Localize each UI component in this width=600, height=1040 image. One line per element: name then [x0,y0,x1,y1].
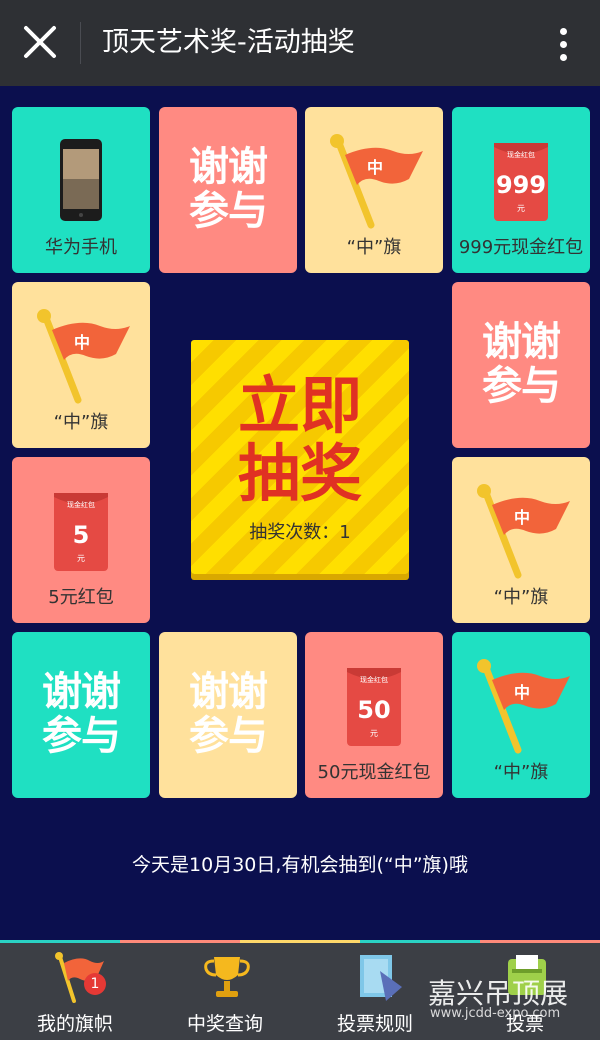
red-envelope-icon: 现金红包 50 元 [347,668,401,746]
nav-prize-query[interactable]: 中奖查询 [150,943,300,1040]
svg-text:中: 中 [74,333,90,352]
prize-caption: 5元红包 [48,587,114,608]
prize-tile-redpacket-999: 现金红包 999 元 999元现金红包 [452,107,590,273]
page-title: 顶天艺术奖-活动抽奖 [102,27,355,58]
nav-label: 我的旗帜 [36,1013,113,1035]
prize-caption: “中”旗 [346,237,402,258]
prize-tile-flag: 中 “中”旗 [12,282,150,448]
nav-my-flags[interactable]: 1 我的旗帜 [0,943,150,1040]
nav-label: 中奖查询 [186,1013,263,1035]
prize-tile-thanks: 谢谢 参与 [159,107,297,273]
prize-tile-thanks: 谢谢 参与 [452,282,590,448]
red-envelope-icon: 现金红包 5 元 [54,493,108,571]
prize-tile-thanks: 谢谢 参与 [12,632,150,798]
flag-icon: 中 [477,484,570,579]
thanks-text: 谢谢 参与 [189,144,268,234]
svg-text:现金红包: 现金红包 [507,150,535,159]
prize-tile-redpacket-5: 现金红包 5 元 5元红包 [12,457,150,623]
phone-icon [60,139,102,221]
svg-text:5: 5 [73,521,90,549]
svg-text:中: 中 [514,683,530,702]
prize-caption: “中”旗 [493,762,549,783]
prize-tile-phone: 华为手机 [12,107,150,273]
nav-label: 投票规则 [336,1013,413,1035]
svg-text:元: 元 [517,204,525,213]
hint-text: 今天是10月30日,有机会抽到(“中”旗)哦 [132,854,468,876]
close-icon[interactable] [22,24,58,60]
svg-text:元: 元 [370,729,378,738]
trophy-icon [204,957,250,997]
title-divider [80,22,81,64]
prize-caption: “中”旗 [493,587,549,608]
thanks-text: 谢谢 参与 [482,319,561,409]
draw-now-button[interactable]: 立即 抽奖 抽奖次数：1 [191,340,409,574]
rules-book-icon [360,955,402,1001]
watermark-url: www.jcdd-expo.com [430,1006,561,1021]
prize-tile-flag: 中 “中”旗 [452,457,590,623]
svg-text:现金红包: 现金红包 [67,500,95,509]
svg-text:元: 元 [77,554,85,563]
more-menu-icon[interactable] [548,24,578,64]
red-envelope-icon: 现金红包 999 元 [494,143,548,221]
svg-text:中: 中 [367,158,383,177]
prize-caption: 999元现金红包 [458,237,584,258]
prize-caption: 50元现金红包 [317,762,431,783]
prize-tile-flag: 中 “中”旗 [305,107,443,273]
thanks-text: 谢谢 参与 [42,669,121,759]
prize-caption: “中”旗 [53,412,109,433]
prize-caption: 华为手机 [45,237,117,258]
prize-tile-redpacket-50: 现金红包 50 元 50元现金红包 [305,632,443,798]
notification-badge: 1 [84,973,106,995]
svg-text:现金红包: 现金红包 [360,675,388,684]
title-bar: 顶天艺术奖-活动抽奖 [0,0,600,86]
draw-now-label: 立即 抽奖 [237,369,362,510]
flag-icon: 中 [330,134,423,229]
draw-count: 抽奖次数：1 [249,522,351,543]
thanks-text: 谢谢 参与 [189,669,268,759]
svg-text:999: 999 [496,171,546,199]
flag-icon: 中 [477,659,570,754]
prize-tile-flag: 中 “中”旗 [452,632,590,798]
prize-tile-thanks: 谢谢 参与 [159,632,297,798]
svg-text:中: 中 [514,508,530,527]
svg-text:50: 50 [357,696,390,724]
flag-icon: 中 [37,309,130,404]
